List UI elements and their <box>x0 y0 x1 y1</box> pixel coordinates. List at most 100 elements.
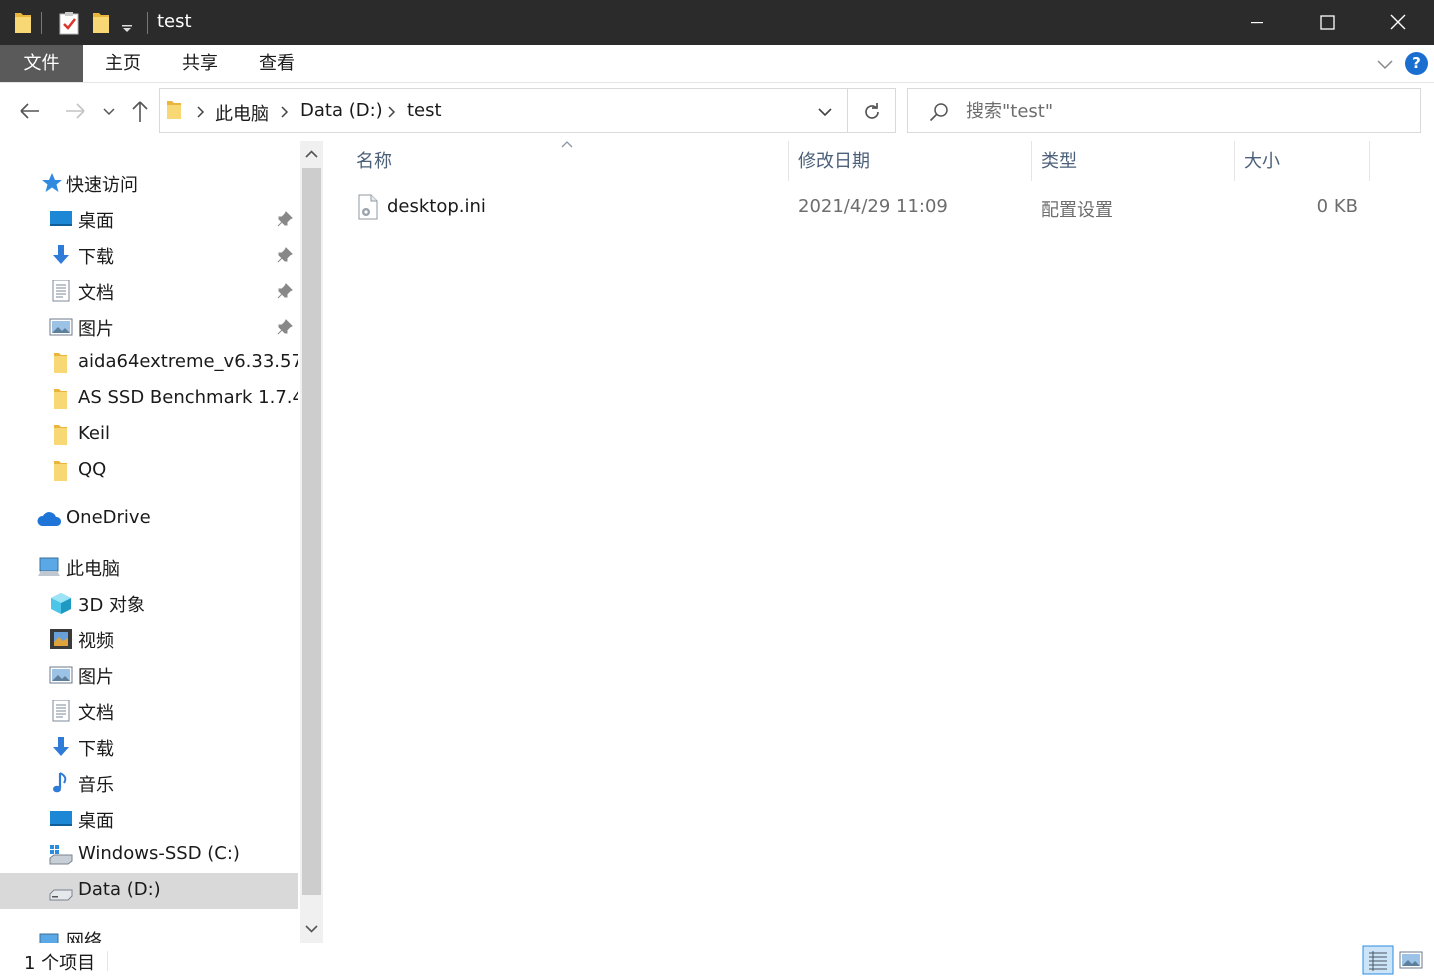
column-header-name[interactable]: 名称 <box>356 150 786 180</box>
chevron-right-icon[interactable] <box>386 105 396 119</box>
address-history-chevron-icon[interactable] <box>816 103 834 121</box>
tab-file[interactable]: 文件 <box>0 45 83 82</box>
nav-item-music[interactable]: 音乐 <box>0 765 298 801</box>
drive-icon <box>49 889 73 901</box>
chevron-right-icon[interactable] <box>195 105 205 119</box>
nav-scrollbar[interactable] <box>300 141 323 943</box>
address-bar[interactable]: 此电脑 Data (D:) test <box>159 88 848 133</box>
minimize-button[interactable] <box>1222 0 1292 45</box>
chevron-down-icon[interactable] <box>1374 53 1396 75</box>
nav-item-keil[interactable]: Keil <box>0 417 298 453</box>
nav-item-documents-pc[interactable]: 文档 <box>0 693 298 729</box>
nav-label: 下载 <box>78 247 114 268</box>
breadcrumb-this-pc[interactable]: 此电脑 <box>215 100 269 126</box>
large-icons-view-button[interactable] <box>1396 945 1428 975</box>
nav-item-as-ssd[interactable]: AS SSD Benchmark 1.7.47 <box>0 381 298 417</box>
nav-item-desktop[interactable]: 桌面 <box>0 201 298 237</box>
file-modified: 2021/4/29 11:09 <box>798 196 948 217</box>
forward-button[interactable] <box>62 98 88 124</box>
nav-item-aida64[interactable]: aida64extreme_v6.33.571 <box>0 345 298 381</box>
nav-onedrive[interactable]: OneDrive <box>0 501 298 537</box>
column-divider[interactable] <box>1369 141 1370 181</box>
nav-item-downloads[interactable]: 下载 <box>0 237 298 273</box>
new-folder-icon[interactable] <box>92 11 110 35</box>
pin-icon[interactable] <box>277 319 293 335</box>
file-type: 配置设置 <box>1041 200 1113 221</box>
maximize-button[interactable] <box>1292 0 1362 45</box>
nav-label: Windows-SSD (C:) <box>78 843 240 864</box>
folder-icon <box>54 353 67 373</box>
nav-label: 下载 <box>78 739 114 760</box>
nav-item-videos[interactable]: 视频 <box>0 621 298 657</box>
pin-icon[interactable] <box>277 283 293 299</box>
chevron-right-icon[interactable] <box>279 105 289 119</box>
folder-icon <box>54 461 67 481</box>
column-divider[interactable] <box>788 141 789 181</box>
tab-view[interactable]: 查看 <box>242 45 312 82</box>
nav-item-qq[interactable]: QQ <box>0 453 298 489</box>
file-row[interactable]: desktop.ini 2021/4/29 11:09 配置设置 0 KB <box>345 190 1370 224</box>
download-icon <box>53 737 69 756</box>
window-title: test <box>157 11 192 32</box>
refresh-button[interactable] <box>848 88 896 133</box>
nav-label: 此电脑 <box>66 559 120 580</box>
customize-quick-access-icon[interactable] <box>120 11 134 35</box>
nav-item-data-drive[interactable]: Data (D:) <box>0 873 298 909</box>
separator <box>147 12 148 34</box>
breadcrumb-test[interactable]: test <box>407 100 442 121</box>
nav-item-documents[interactable]: 文档 <box>0 273 298 309</box>
nav-item-downloads-pc[interactable]: 下载 <box>0 729 298 765</box>
nav-item-3d-objects[interactable]: 3D 对象 <box>0 585 298 621</box>
scrollbar-thumb[interactable] <box>302 168 321 895</box>
desktop-icon <box>50 211 72 226</box>
nav-this-pc[interactable]: 此电脑 <box>0 549 298 585</box>
search-box[interactable] <box>907 88 1421 133</box>
column-divider[interactable] <box>1031 141 1032 181</box>
tab-share[interactable]: 共享 <box>165 45 235 82</box>
nav-label: 桌面 <box>78 811 114 832</box>
document-icon <box>52 280 70 302</box>
nav-label: Keil <box>78 423 110 444</box>
up-button[interactable] <box>127 98 153 124</box>
search-icon <box>929 103 948 122</box>
folder-icon <box>54 425 67 445</box>
item-count: 1 个项目 <box>24 953 96 974</box>
nav-label: Data (D:) <box>78 879 161 900</box>
details-view-button[interactable] <box>1362 945 1394 975</box>
nav-label: 快速访问 <box>66 175 138 196</box>
help-icon[interactable]: ? <box>1405 52 1428 75</box>
breadcrumb-data-drive[interactable]: Data (D:) <box>300 100 383 121</box>
nav-quick-access[interactable]: 快速访问 <box>0 165 298 201</box>
nav-label: AS SSD Benchmark 1.7.47 <box>78 387 298 408</box>
star-icon <box>42 173 62 192</box>
search-input[interactable] <box>966 99 1396 123</box>
nav-item-pictures[interactable]: 图片 <box>0 309 298 345</box>
column-header-size[interactable]: 大小 <box>1244 150 1364 180</box>
scroll-down-icon[interactable] <box>303 920 320 937</box>
column-header-modified[interactable]: 修改日期 <box>798 150 1028 180</box>
folder-icon <box>167 101 181 119</box>
nav-label: 图片 <box>78 667 114 688</box>
properties-icon[interactable] <box>59 11 79 35</box>
pin-icon[interactable] <box>277 247 293 263</box>
column-divider[interactable] <box>1234 141 1235 181</box>
recent-locations-chevron-icon[interactable] <box>99 98 119 124</box>
picture-icon <box>49 666 73 684</box>
nav-label: 桌面 <box>78 211 114 232</box>
nav-label: 图片 <box>78 319 114 340</box>
nav-item-windows-ssd[interactable]: Windows-SSD (C:) <box>0 837 298 873</box>
nav-network[interactable]: 网络 <box>0 921 298 943</box>
file-name[interactable]: desktop.ini <box>387 196 486 217</box>
tab-home[interactable]: 主页 <box>88 45 158 82</box>
separator <box>41 12 42 34</box>
pin-icon[interactable] <box>277 211 293 227</box>
column-header-type[interactable]: 类型 <box>1041 150 1231 180</box>
nav-item-desktop-pc[interactable]: 桌面 <box>0 801 298 837</box>
back-button[interactable] <box>17 98 43 124</box>
network-icon <box>39 933 59 943</box>
nav-label: 网络 <box>66 931 102 943</box>
nav-item-pictures-pc[interactable]: 图片 <box>0 657 298 693</box>
scroll-up-icon[interactable] <box>303 146 320 163</box>
close-button[interactable] <box>1362 0 1432 45</box>
download-icon <box>53 245 69 264</box>
